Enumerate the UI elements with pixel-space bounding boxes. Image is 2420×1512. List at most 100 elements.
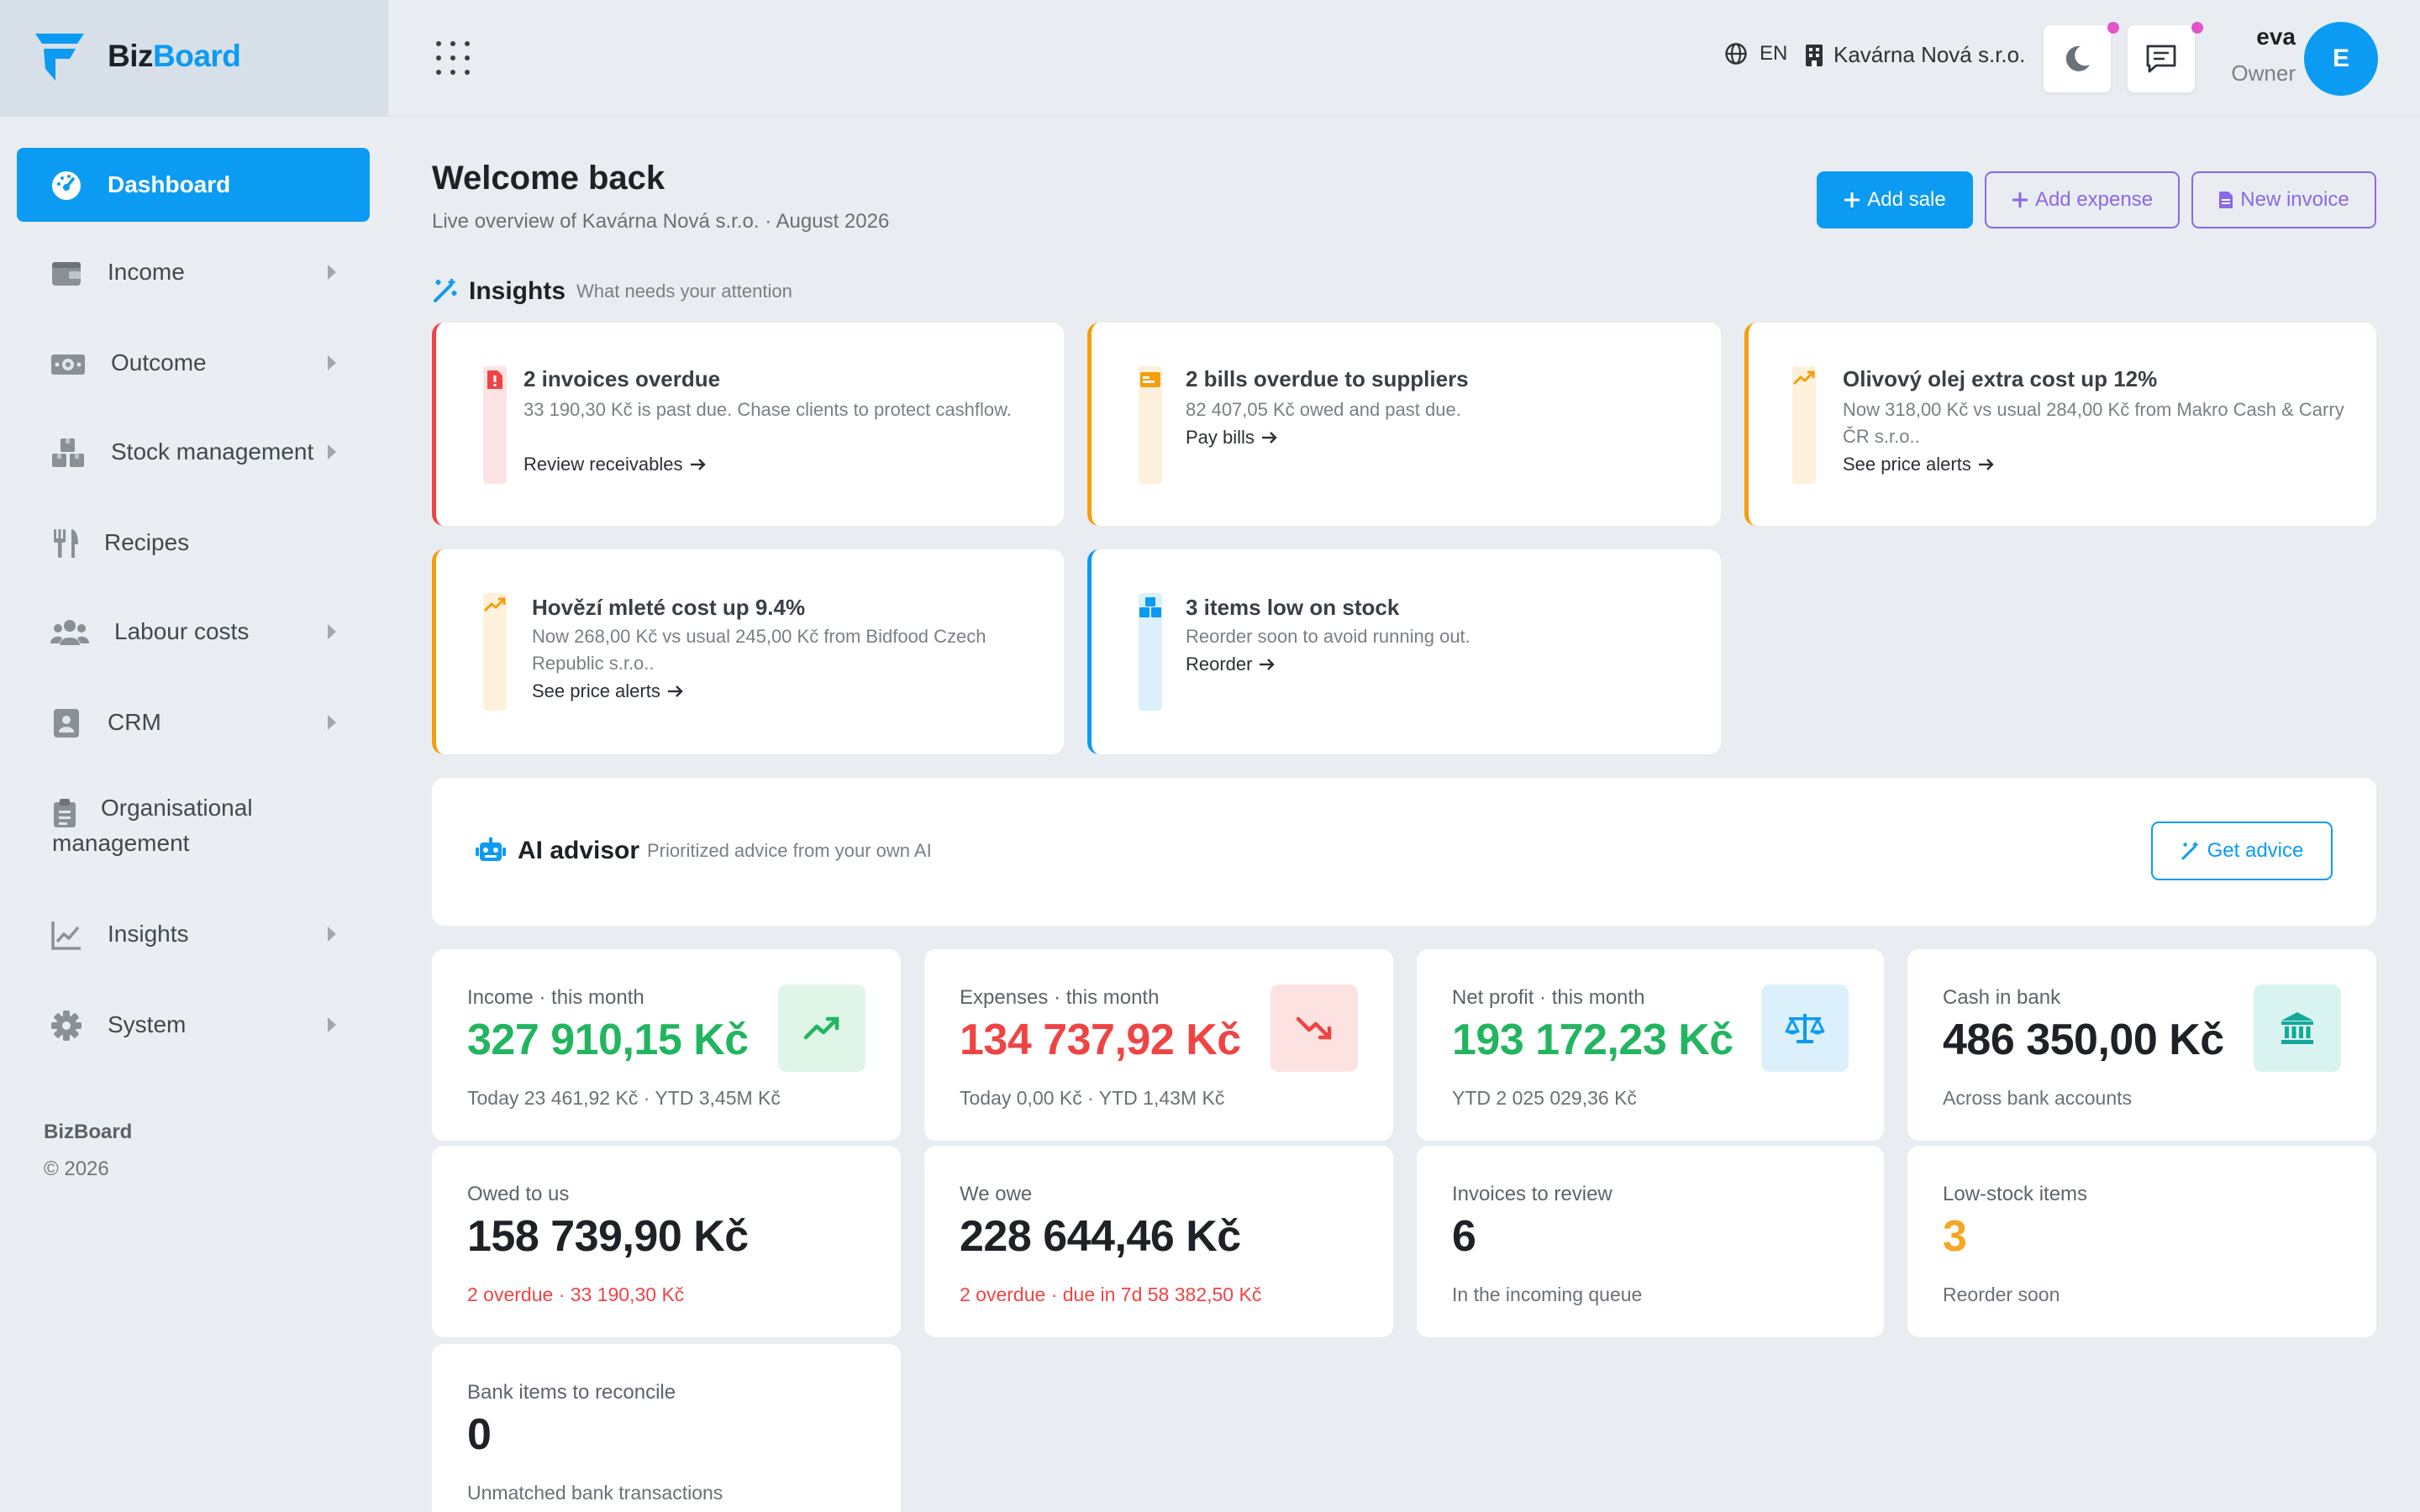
language-label: EN <box>1760 42 1788 65</box>
brand-name[interactable]: BizBoard <box>108 39 241 74</box>
stat-card-owed-to-us[interactable]: Owed to us 158 739,90 Kč 2 overdue · 33 … <box>432 1146 901 1337</box>
sidebar-item-label: Labour costs <box>114 618 250 644</box>
invoice-alert-icon <box>487 370 503 390</box>
dashboard-gauge-icon <box>50 170 82 202</box>
insight-card-bills-overdue[interactable]: 2 bills overdue to suppliers 82 407,05 K… <box>1087 323 1721 526</box>
contact-card-icon <box>52 707 84 739</box>
sidebar-footer-brand: BizBoard <box>44 1121 133 1143</box>
stat-value: 486 350,00 Kč <box>1943 1016 2224 1064</box>
stat-card-cash-in-bank[interactable]: Cash in bank 486 350,00 Kč Across bank a… <box>1907 949 2376 1141</box>
insight-link-label: See price alerts <box>1843 454 1971 475</box>
insight-card-beef-price[interactable]: Hovězí mleté cost up 9.4% Now 268,00 Kč … <box>432 549 1064 754</box>
arrow-right-icon <box>1261 431 1278 444</box>
insight-card-low-stock[interactable]: 3 items low on stock Reorder soon to avo… <box>1087 549 1721 754</box>
messages-button[interactable] <box>2128 22 2203 92</box>
insight-link-label: Reorder <box>1186 654 1253 675</box>
sidebar-item-label-line1: Organisational <box>101 795 253 821</box>
add-expense-button[interactable]: Add expense <box>1985 171 2180 228</box>
review-receivables-link[interactable]: Review receivables <box>523 454 707 475</box>
brand-name-part2: Board <box>153 39 241 73</box>
stat-subtext: Today 0,00 Kč · YTD 1,43M Kč <box>960 1087 1225 1109</box>
theme-toggle-button[interactable] <box>2044 22 2119 92</box>
insight-title: 3 items low on stock <box>1186 595 1400 620</box>
sidebar-item-income[interactable]: Income <box>17 235 370 309</box>
stat-card-low-stock-items[interactable]: Low-stock items 3 Reorder soon <box>1907 1146 2376 1337</box>
stat-value: 327 910,15 Kč <box>467 1016 749 1064</box>
sidebar-item-insights[interactable]: Insights <box>17 897 370 971</box>
insight-accent-bar <box>1139 366 1162 484</box>
stat-label: Invoices to review <box>1452 1183 1612 1205</box>
chevron-right-icon <box>326 1016 338 1034</box>
language-switcher[interactable]: EN <box>1724 42 1787 66</box>
stat-card-expenses[interactable]: Expenses · this month 134 737,92 Kč Toda… <box>924 949 1393 1141</box>
sidebar-item-outcome[interactable]: Outcome <box>17 326 370 400</box>
stat-subtext: Across bank accounts <box>1943 1087 2133 1109</box>
clipboard-icon <box>52 798 84 830</box>
stat-value: 158 739,90 Kč <box>467 1212 749 1261</box>
sidebar-item-crm[interactable]: CRM <box>17 685 370 759</box>
stat-label: We owe <box>960 1183 1033 1205</box>
trend-down-icon <box>1270 984 1358 1072</box>
brand-logo-icon[interactable] <box>34 32 86 82</box>
user-name: eva <box>2256 24 2296 50</box>
insights-subtitle: What needs your attention <box>576 281 792 302</box>
stat-card-invoices-to-review[interactable]: Invoices to review 6 In the incoming que… <box>1417 1146 1884 1337</box>
stat-card-bank-items-to-reconcile[interactable]: Bank items to reconcile 0 Unmatched bank… <box>432 1344 901 1512</box>
arrow-right-icon <box>690 458 707 471</box>
sidebar-item-recipes[interactable]: Recipes <box>17 506 370 580</box>
see-price-alerts-link[interactable]: See price alerts <box>532 680 684 702</box>
sidebar-item-stock-management[interactable]: Stock management <box>17 415 370 489</box>
stat-label: Bank items to reconcile <box>467 1381 676 1404</box>
insight-title: Hovězí mleté cost up 9.4% <box>532 595 806 620</box>
scale-icon <box>1761 984 1849 1072</box>
ai-advisor-subtitle: Prioritized advice from your own AI <box>647 840 932 861</box>
company-switcher[interactable]: Kavárna Nová s.r.o. <box>1805 42 2025 68</box>
stat-label: Low-stock items <box>1943 1183 2088 1205</box>
stat-card-net-profit[interactable]: Net profit · this month 193 172,23 Kč YT… <box>1417 949 1884 1141</box>
new-invoice-button[interactable]: New invoice <box>2191 171 2376 228</box>
plus-icon <box>2012 192 2028 208</box>
trend-up-icon <box>1792 370 1816 386</box>
stat-subtext: In the incoming queue <box>1452 1284 1643 1305</box>
notification-dot <box>2191 22 2203 34</box>
stat-card-we-owe[interactable]: We owe 228 644,46 Kč 2 overdue · due in … <box>924 1146 1393 1337</box>
get-advice-label: Get advice <box>2207 839 2304 862</box>
insight-card-invoices-overdue[interactable]: 2 invoices overdue 33 190,30 Kč is past … <box>432 323 1064 526</box>
add-sale-label: Add sale <box>1867 188 1946 211</box>
get-advice-button[interactable]: Get advice <box>2151 822 2333 880</box>
sidebar-item-system[interactable]: System <box>17 988 370 1062</box>
insight-description: Now 318,00 Kč vs usual 284,00 Kč from Ma… <box>1843 399 2344 447</box>
brand-bar: BizBoard <box>0 0 388 117</box>
stat-value: 228 644,46 Kč <box>960 1212 1241 1261</box>
reorder-link[interactable]: Reorder <box>1186 654 1276 675</box>
apps-grid-icon[interactable] <box>435 40 471 76</box>
sidebar-item-label: Stock management <box>111 438 314 465</box>
boxes-icon <box>50 437 86 469</box>
insight-card-olive-oil-price[interactable]: Olivový olej extra cost up 12% Now 318,0… <box>1744 323 2376 526</box>
stat-subtext: 2 overdue · 33 190,30 Kč <box>467 1284 685 1305</box>
cash-icon <box>50 348 86 380</box>
avatar[interactable]: E <box>2304 22 2378 96</box>
plus-icon <box>1844 192 1860 208</box>
sidebar-item-label: Dashboard <box>108 171 231 197</box>
gear-icon <box>50 1010 82 1042</box>
user-role: Owner <box>2231 60 2296 86</box>
see-price-alerts-link[interactable]: See price alerts <box>1843 454 1995 475</box>
stat-value: 0 <box>467 1410 492 1459</box>
chevron-right-icon <box>326 263 338 281</box>
stat-value: 134 737,92 Kč <box>960 1016 1241 1064</box>
stat-card-income[interactable]: Income · this month 327 910,15 Kč Today … <box>432 949 901 1141</box>
sidebar-item-dashboard[interactable]: Dashboard <box>17 148 370 222</box>
insight-link-label: Pay bills <box>1186 427 1255 448</box>
add-sale-button[interactable]: Add sale <box>1817 171 1973 228</box>
chevron-right-icon <box>326 443 338 461</box>
arrow-right-icon <box>1978 458 1995 471</box>
stat-value: 6 <box>1452 1212 1476 1261</box>
sidebar-item-organisational-management[interactable]: Organisational management <box>17 790 370 877</box>
pay-bills-link[interactable]: Pay bills <box>1186 427 1278 449</box>
stat-label: Owed to us <box>467 1183 570 1205</box>
sidebar-item-labour-costs[interactable]: Labour costs <box>17 595 370 669</box>
document-icon <box>2218 191 2233 209</box>
sidebar-item-label: Recipes <box>104 529 190 555</box>
magic-wand-icon <box>432 277 459 304</box>
